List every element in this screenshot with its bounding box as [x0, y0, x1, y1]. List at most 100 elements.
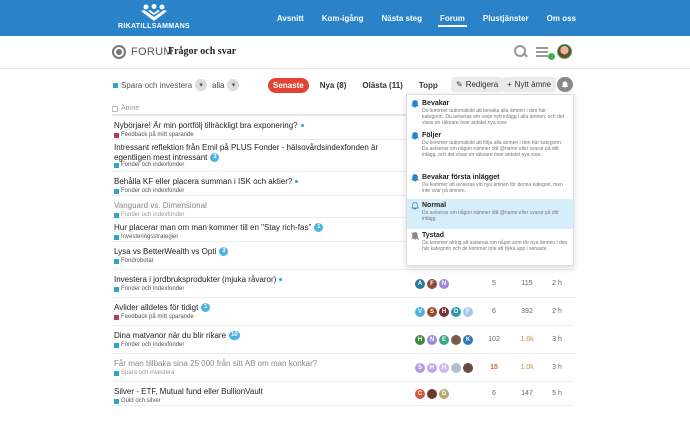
notification-option-normal[interactable]: Normal Du aviseras om någon nämner ditt @…: [407, 199, 573, 229]
topic-title[interactable]: Hur placerar man om man kommer till en "…: [114, 223, 324, 233]
unread-count-badge[interactable]: 3: [219, 247, 229, 257]
avatar[interactable]: D: [451, 307, 461, 317]
topic-category[interactable]: Fonder och indexfonder: [114, 286, 184, 292]
avatar[interactable]: [451, 335, 461, 345]
topic-category[interactable]: Fonder och indexfonder: [114, 188, 184, 194]
notification-option-description: Du kommer att aviseras vid nya ämnen för…: [422, 182, 563, 194]
avatar[interactable]: N: [427, 335, 437, 345]
table-row[interactable]: Silver - ETF, Mutual fund eller BullionV…: [112, 382, 574, 406]
edit-button[interactable]: ✎ Redigera: [451, 77, 504, 92]
unread-count-badge[interactable]: 1: [314, 223, 324, 233]
topic-title-text: Investera i jordbruksprodukter (mjuka rå…: [114, 275, 277, 284]
topic-title[interactable]: Nybörjare! Är min portfölj tillräckligt …: [114, 121, 304, 130]
table-row[interactable]: Avlider alldeles för tidigt 1 Feedback på …: [112, 298, 574, 326]
forum-label[interactable]: FORUM: [131, 46, 173, 58]
nav-links: Avsnitt Kom-igång Nästa steg Forum Plustjäns…: [275, 0, 578, 36]
notification-option-tystad[interactable]: Tystad Du kommer aldrig att aviseras om n…: [407, 229, 573, 265]
search-icon[interactable]: [514, 45, 527, 58]
tab-0[interactable]: Senaste: [268, 77, 309, 93]
avatar[interactable]: S: [427, 307, 437, 317]
nav-link-om-oss[interactable]: Om oss: [545, 10, 578, 27]
unread-count-badge[interactable]: 10: [229, 331, 240, 341]
topic-category[interactable]: Fonder och indexfonder: [114, 342, 184, 348]
tags-dropdown[interactable]: alla ▾: [212, 77, 240, 93]
avatar[interactable]: E: [439, 335, 449, 345]
notification-option-följer[interactable]: Följer Du kommer automatiskt att följa al…: [407, 129, 573, 171]
avatar[interactable]: H: [439, 363, 449, 373]
avatar[interactable]: C: [415, 389, 425, 399]
filter-bar: Spara och investera ▾ alla ▾ Senaste Nya …: [0, 77, 690, 93]
avatar[interactable]: [427, 389, 437, 399]
nav-link-plustjänster[interactable]: Plustjänster: [481, 10, 531, 27]
notification-option-title: Tystad: [422, 232, 445, 239]
avatar[interactable]: S: [415, 363, 425, 373]
avatar[interactable]: H: [415, 335, 425, 345]
tab-3[interactable]: Topp: [414, 78, 443, 93]
topic-category[interactable]: Fondrobotar: [114, 258, 154, 264]
topic-title[interactable]: Investera i jordbruksprodukter (mjuka rå…: [114, 275, 283, 284]
topic-activity[interactable]: 5 h: [542, 390, 572, 397]
category-dropdown[interactable]: Spara och investera ▾: [113, 77, 208, 93]
notification-option-bevakar-första-inlägget[interactable]: Bevakar första inlägget Du kommer att avi…: [407, 171, 573, 199]
avatar[interactable]: A: [415, 279, 425, 289]
table-row[interactable]: Investera i jordbruksprodukter (mjuka rå…: [112, 270, 574, 298]
page-title[interactable]: Frågor och svar: [168, 46, 236, 57]
site-logo[interactable]: RIKATILLSAMMANS: [114, 4, 194, 34]
topic-activity[interactable]: 3 h: [542, 336, 572, 343]
tab-1[interactable]: Nya (8): [315, 78, 352, 93]
forum-category-icon[interactable]: [112, 45, 126, 59]
notification-option-description: Du kommer automatiskt att följa alla ämn…: [422, 140, 563, 158]
hamburger-menu-icon[interactable]: [536, 46, 555, 60]
topic-views: 147: [521, 390, 533, 397]
topic-activity[interactable]: 2 h: [542, 308, 572, 315]
topic-title-text: Hur placerar man om man kommer till en "…: [114, 223, 312, 232]
avatar[interactable]: H: [427, 363, 437, 373]
user-avatar[interactable]: [557, 44, 572, 59]
topic-category[interactable]: Fonder och indexfonder: [114, 162, 184, 168]
nav-link-forum[interactable]: Forum: [437, 10, 467, 27]
nav-link-nästa-steg[interactable]: Nästa steg: [380, 10, 424, 27]
notification-option-description: Du kommer aldrig att aviseras om något s…: [422, 240, 568, 252]
avatar[interactable]: V: [415, 307, 425, 317]
unread-count-badge[interactable]: 1: [201, 303, 211, 313]
topic-title[interactable]: Dina matvanor när du blir rikare 10: [114, 331, 240, 341]
bell-icon: [561, 81, 569, 88]
topic-category[interactable]: Feedback på mitt sparande: [114, 314, 194, 320]
topic-activity[interactable]: 3 h: [542, 364, 572, 371]
nav-link-kom-igång[interactable]: Kom-igång: [320, 10, 366, 27]
notification-option-bevakar[interactable]: Bevakar Du kommer automatiskt att bevaka …: [407, 97, 573, 129]
topic-title[interactable]: Silver - ETF, Mutual fund eller BullionV…: [114, 387, 263, 396]
table-row[interactable]: Får man tillbaka sina 25 000 från sitt A…: [112, 354, 574, 382]
topic-title[interactable]: Intressant reflektion från Emil på PLUS …: [114, 143, 414, 163]
topic-category[interactable]: Spara och investera: [114, 370, 174, 376]
table-row[interactable]: Dina matvanor när du blir rikare 10 Fonder…: [112, 326, 574, 354]
new-topic-button[interactable]: + Nytt ämne: [502, 77, 557, 92]
avatar[interactable]: H: [439, 307, 449, 317]
avatar[interactable]: [451, 363, 461, 373]
select-all-checkbox[interactable]: [112, 105, 118, 112]
tab-2[interactable]: Olästa (11): [357, 78, 407, 93]
topic-category-label: Investeringsstrategier: [121, 234, 179, 240]
avatar[interactable]: F: [463, 307, 473, 317]
topic-posters: CD: [415, 389, 449, 399]
avatar[interactable]: F: [427, 279, 437, 289]
avatar[interactable]: N: [439, 279, 449, 289]
topic-replies: 6: [492, 308, 496, 315]
topic-column-header[interactable]: Ämne: [121, 105, 139, 112]
topic-category[interactable]: Feedback på mitt sparande: [114, 132, 194, 138]
topic-title[interactable]: Lysa vs BetterWealth vs Opti 3: [114, 247, 229, 257]
notification-level-button[interactable]: [557, 77, 573, 92]
topic-category-label: Feedback på mitt sparande: [121, 314, 194, 320]
topic-activity[interactable]: 2 h: [542, 280, 572, 287]
avatar[interactable]: D: [439, 389, 449, 399]
topic-category[interactable]: Investeringsstrategier: [114, 234, 178, 240]
unread-count-badge[interactable]: 3: [210, 153, 220, 163]
avatar[interactable]: [463, 363, 473, 373]
topic-title[interactable]: Vanguard vs. Dimensional: [114, 201, 207, 210]
topic-title[interactable]: Får man tillbaka sina 25 000 från sitt A…: [114, 359, 317, 368]
topic-title[interactable]: Behålla KF eller placera summan i ISK oc…: [114, 177, 299, 186]
avatar[interactable]: K: [463, 335, 473, 345]
topic-title[interactable]: Avlider alldeles för tidigt 1: [114, 303, 211, 313]
topic-category[interactable]: Guld och silver: [114, 398, 161, 404]
nav-link-avsnitt[interactable]: Avsnitt: [275, 10, 306, 27]
